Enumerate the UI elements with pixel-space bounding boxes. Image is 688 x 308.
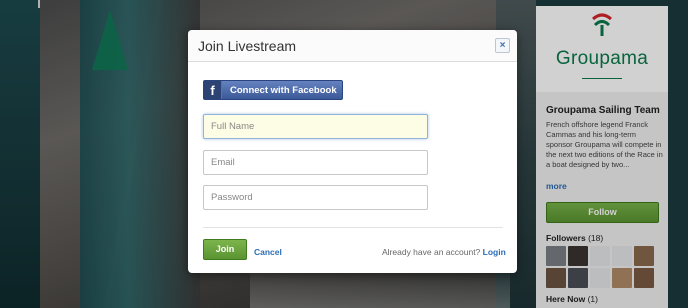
- join-modal: Join Livestream × f Connect with Faceboo…: [188, 30, 517, 273]
- login-link[interactable]: Login: [483, 247, 506, 257]
- password-input[interactable]: [204, 186, 427, 209]
- already-text: Already have an account?: [382, 247, 481, 257]
- close-icon[interactable]: ×: [495, 38, 510, 53]
- modal-title: Join Livestream: [198, 38, 297, 54]
- connect-facebook-button[interactable]: f Connect with Facebook: [203, 80, 343, 100]
- connect-facebook-label: Connect with Facebook: [230, 85, 337, 96]
- cancel-link[interactable]: Cancel: [254, 247, 282, 257]
- join-button[interactable]: Join: [203, 239, 247, 260]
- full-name-input[interactable]: [204, 115, 427, 138]
- full-name-field[interactable]: [203, 114, 428, 139]
- modal-header: Join Livestream ×: [188, 30, 517, 62]
- email-input[interactable]: [204, 151, 427, 174]
- email-field[interactable]: [203, 150, 428, 175]
- already-have-account: Already have an account? Login: [382, 247, 506, 257]
- password-field[interactable]: [203, 185, 428, 210]
- facebook-icon: f: [204, 81, 222, 99]
- modal-divider: [203, 227, 503, 228]
